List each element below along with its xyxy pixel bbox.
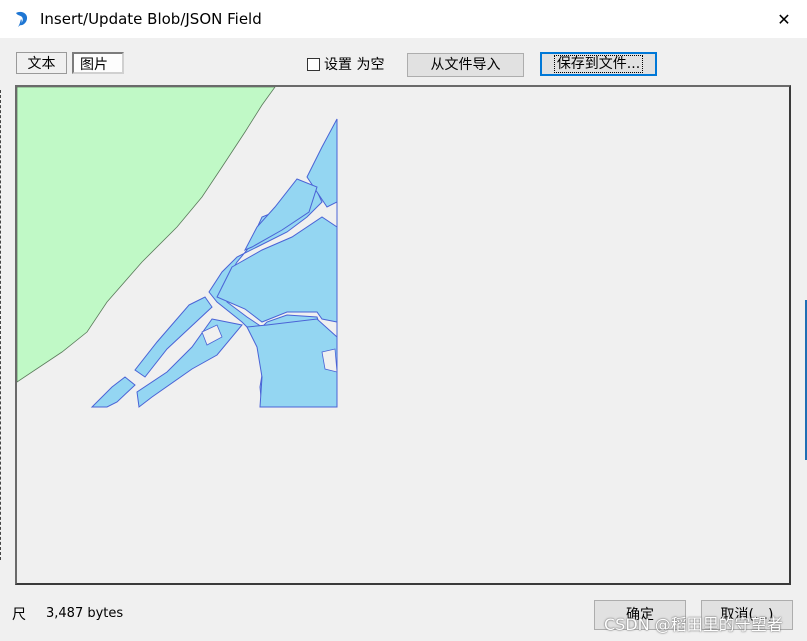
save-to-file-label: 保存到文件... [553,55,644,73]
left-edge-marker [0,90,3,560]
blob-image-map [17,87,338,408]
blob-image-viewer[interactable] [15,85,791,585]
blob-size-value: 3,487 bytes [46,606,124,621]
size-label: 尺 [12,607,26,623]
set-null-label: 设置 为空 [324,57,385,73]
close-button[interactable]: ✕ [761,0,807,38]
tab-image[interactable]: 图片 [72,52,124,74]
tab-text[interactable]: 文本 [16,52,67,74]
window-title: Insert/Update Blob/JSON Field [40,10,262,28]
set-null-option[interactable]: 设置 为空 [307,54,384,74]
app-logo-icon [16,11,28,27]
set-null-checkbox[interactable] [307,57,320,71]
land-area [17,87,276,383]
import-from-file-button[interactable]: 从文件导入 [407,53,524,77]
toolbar: 文本 图片 设置 为空 从文件导入 保存到文件... [0,38,807,84]
title-bar: Insert/Update Blob/JSON Field ✕ [0,0,807,38]
close-icon: ✕ [777,9,791,29]
save-to-file-button[interactable]: 保存到文件... [540,52,657,76]
water-region-south [246,318,338,408]
pier-strip-c [90,376,136,408]
watermark-text: CSDN @稻田里的守望者 [604,615,783,634]
